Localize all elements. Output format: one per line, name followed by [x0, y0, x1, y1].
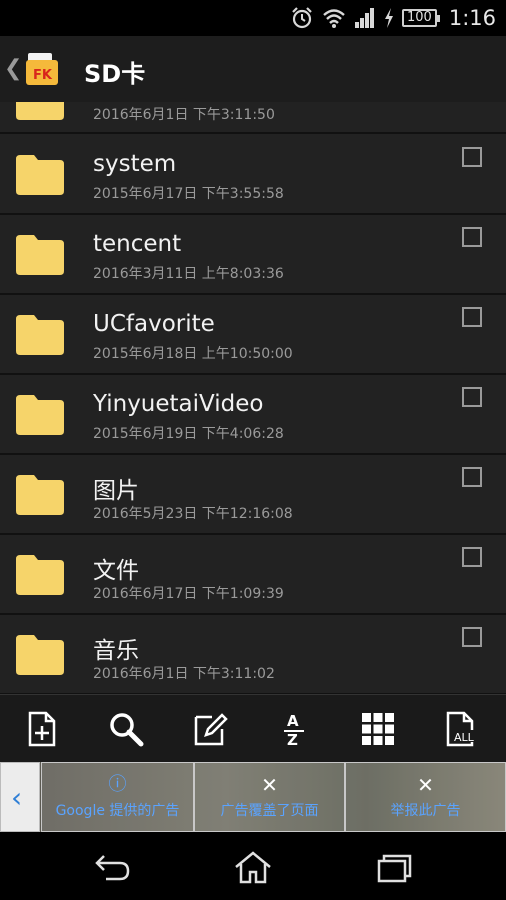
file-date: 2016年3月11日 上午8:03:36	[93, 266, 284, 282]
battery-icon: 100	[402, 9, 440, 27]
info-icon: ⓘ	[108, 774, 127, 795]
ad-covers-page-button[interactable]: ✕ 广告覆盖了页面	[194, 762, 345, 832]
ad-covers-label: 广告覆盖了页面	[220, 803, 319, 819]
folder-icon	[16, 555, 64, 595]
edit-button[interactable]	[190, 709, 230, 749]
home-icon[interactable]	[233, 850, 273, 884]
file-list[interactable]: 2016年6月1日 下午3:11:50 system 2015年6月17日 下午3…	[0, 102, 506, 694]
file-date: 2016年5月23日 下午12:16:08	[93, 506, 293, 522]
signal-icon	[355, 8, 374, 28]
list-item[interactable]: 图片 2016年5月23日 下午12:16:08	[0, 455, 506, 535]
close-icon: ✕	[261, 773, 278, 797]
back-chevron-icon[interactable]: ❮	[4, 56, 22, 81]
bottom-toolbar: A Z ALL	[0, 694, 506, 762]
folder-icon	[16, 155, 64, 195]
app-logo-icon[interactable]: FK	[24, 51, 60, 87]
search-button[interactable]	[106, 709, 146, 749]
list-item[interactable]: 文件 2016年6月17日 下午1:09:39	[0, 535, 506, 615]
recent-apps-icon[interactable]	[374, 850, 414, 884]
folder-icon	[16, 315, 64, 355]
file-date: 2015年6月19日 下午4:06:28	[93, 426, 284, 442]
file-date: 2015年6月17日 下午3:55:58	[93, 186, 284, 202]
file-name: 图片	[93, 478, 139, 504]
folder-icon	[16, 395, 64, 435]
file-name: YinyuetaiVideo	[93, 391, 264, 417]
search-icon	[110, 713, 144, 747]
folder-icon	[16, 475, 64, 515]
new-file-button[interactable]	[22, 709, 62, 749]
status-time: 1:16	[448, 6, 496, 30]
new-file-icon	[28, 711, 56, 747]
ad-google-label: Google 提供的广告	[55, 803, 180, 819]
charging-icon	[385, 8, 393, 28]
ad-bar: ‹ ⓘ Google 提供的广告 ✕ 广告覆盖了页面 ✕ 举报此广告	[0, 762, 506, 832]
sort-a-text: A	[287, 712, 299, 730]
file-name: 文件	[93, 558, 139, 584]
ad-google-info-button[interactable]: ⓘ Google 提供的广告	[41, 762, 194, 832]
status-bar: 100 1:16	[0, 0, 506, 36]
close-icon: ✕	[417, 773, 434, 797]
sort-z-text: Z	[287, 731, 298, 747]
system-nav-bar	[0, 832, 506, 900]
file-date: 2015年6月18日 上午10:50:00	[93, 346, 293, 362]
select-checkbox[interactable]	[462, 227, 482, 247]
grid-view-icon	[362, 713, 394, 745]
page-title: SD卡	[84, 60, 146, 88]
folder-icon	[16, 635, 64, 675]
select-all-icon: ALL	[446, 711, 479, 747]
sort-az-icon: A Z	[284, 712, 304, 747]
folder-icon	[16, 102, 64, 120]
ad-report-button[interactable]: ✕ 举报此广告	[345, 762, 506, 832]
select-checkbox[interactable]	[462, 627, 482, 647]
file-date: 2016年6月1日 下午3:11:02	[93, 666, 275, 682]
action-bar: ❮ FK SD卡	[0, 36, 506, 102]
edit-icon	[194, 713, 228, 746]
file-name: 音乐	[93, 638, 139, 664]
file-name: system	[93, 151, 177, 177]
select-checkbox[interactable]	[462, 547, 482, 567]
app-logo-text: FK	[33, 68, 53, 83]
ad-report-label: 举报此广告	[390, 803, 461, 819]
chevron-left-icon: ‹	[11, 781, 23, 814]
alarm-icon	[292, 7, 312, 29]
list-item[interactable]: UCfavorite 2015年6月18日 上午10:50:00	[0, 295, 506, 375]
list-item[interactable]: system 2015年6月17日 下午3:55:58	[0, 135, 506, 215]
list-item[interactable]: YinyuetaiVideo 2015年6月19日 下午4:06:28	[0, 375, 506, 455]
file-name: UCfavorite	[93, 311, 215, 337]
sort-az-button[interactable]: A Z	[274, 709, 314, 749]
list-item-partial[interactable]: 2016年6月1日 下午3:11:50	[0, 102, 506, 134]
select-checkbox[interactable]	[462, 467, 482, 487]
wifi-icon	[323, 9, 345, 28]
folder-icon	[16, 235, 64, 275]
select-all-text: ALL	[454, 731, 475, 744]
file-date: 2016年6月1日 下午3:11:50	[93, 107, 275, 123]
grid-view-button[interactable]	[358, 709, 398, 749]
file-name: tencent	[93, 231, 182, 257]
ad-collapse-button[interactable]: ‹	[0, 762, 40, 832]
select-all-button[interactable]: ALL	[442, 709, 482, 749]
select-checkbox[interactable]	[462, 147, 482, 167]
select-checkbox[interactable]	[462, 307, 482, 327]
back-icon[interactable]	[92, 850, 132, 884]
select-checkbox[interactable]	[462, 387, 482, 407]
list-item[interactable]: 音乐 2016年6月1日 下午3:11:02	[0, 615, 506, 694]
file-date: 2016年6月17日 下午1:09:39	[93, 586, 284, 602]
list-item[interactable]: tencent 2016年3月11日 上午8:03:36	[0, 215, 506, 295]
